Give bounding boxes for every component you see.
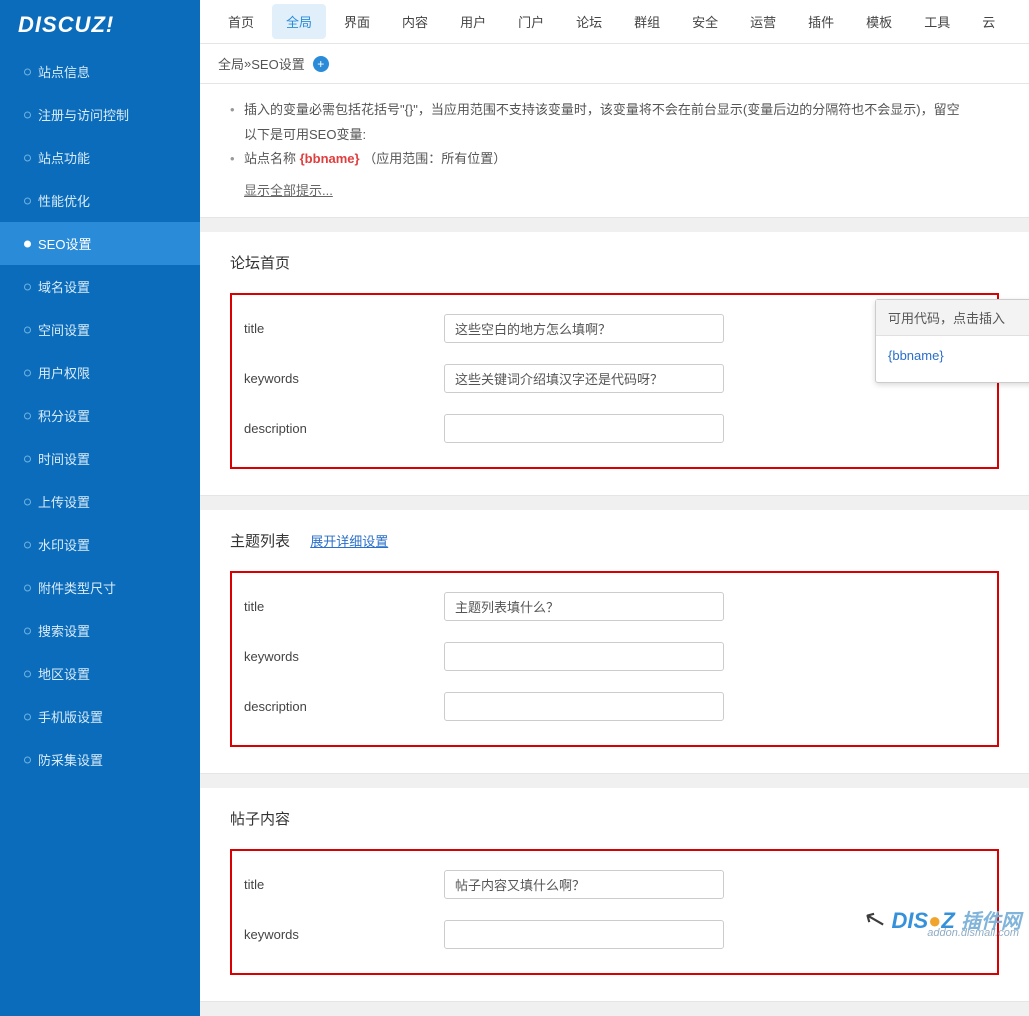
sidebar-menu: 站点信息注册与访问控制站点功能性能优化SEO设置域名设置空间设置用户权限积分设置…: [0, 50, 200, 781]
sidebar-item-9[interactable]: 时间设置: [0, 437, 200, 480]
topnav-item-4[interactable]: 用户: [446, 4, 500, 39]
label-description: description: [244, 421, 444, 436]
logo: DISCUZ!: [0, 0, 200, 50]
redbox-post: title keywords: [230, 849, 999, 975]
label-keywords: keywords: [244, 649, 444, 664]
note-line-2: 站点名称 {bbname} （应用范围：所有位置）: [230, 147, 999, 172]
redbox-thread: title keywords description: [230, 571, 999, 747]
note-line-1: 插入的变量必需包括花括号"{}"，当应用范围不支持该变量时，该变量将不会在前台显…: [230, 98, 999, 147]
add-icon[interactable]: +: [313, 56, 329, 72]
variable-code: {bbname}: [300, 151, 360, 166]
topnav-item-9[interactable]: 运营: [736, 4, 790, 39]
topnav: 首页全局界面内容用户门户论坛群组安全运营插件模板工具云: [200, 0, 1029, 44]
input-thread-description[interactable]: [444, 692, 724, 721]
breadcrumb: 全局 » SEO设置 +: [200, 44, 1029, 84]
sidebar-item-4[interactable]: SEO设置: [0, 222, 200, 265]
sidebar: DISCUZ! 站点信息注册与访问控制站点功能性能优化SEO设置域名设置空间设置…: [0, 0, 200, 1016]
breadcrumb-part2: SEO设置: [251, 54, 304, 73]
label-keywords: keywords: [244, 371, 444, 386]
label-description: description: [244, 699, 444, 714]
sidebar-item-2[interactable]: 站点功能: [0, 136, 200, 179]
code-popup: 可用代码，点击插入 → {bbname}: [875, 299, 1029, 383]
topnav-item-0[interactable]: 首页: [214, 4, 268, 39]
section-thread-list: 主题列表 展开详细设置 title keywords description: [200, 510, 1029, 774]
sidebar-item-13[interactable]: 搜索设置: [0, 609, 200, 652]
input-thread-keywords[interactable]: [444, 642, 724, 671]
main: 首页全局界面内容用户门户论坛群组安全运营插件模板工具云 全局 » SEO设置 +…: [200, 0, 1029, 1016]
sidebar-item-12[interactable]: 附件类型尺寸: [0, 566, 200, 609]
topnav-item-13[interactable]: 云: [968, 4, 1009, 39]
sidebar-item-15[interactable]: 手机版设置: [0, 695, 200, 738]
section-title-thread: 主题列表: [230, 533, 290, 550]
show-all-link[interactable]: 显示全部提示...: [244, 180, 333, 199]
topnav-item-3[interactable]: 内容: [388, 4, 442, 39]
breadcrumb-sep: »: [244, 56, 251, 71]
sidebar-item-1[interactable]: 注册与访问控制: [0, 93, 200, 136]
input-forum-description[interactable]: [444, 414, 724, 443]
popup-head: 可用代码，点击插入 →: [876, 300, 1029, 336]
sidebar-item-5[interactable]: 域名设置: [0, 265, 200, 308]
sidebar-item-8[interactable]: 积分设置: [0, 394, 200, 437]
input-post-title[interactable]: [444, 870, 724, 899]
label-title: title: [244, 321, 444, 336]
topnav-item-11[interactable]: 模板: [852, 4, 906, 39]
sidebar-item-14[interactable]: 地区设置: [0, 652, 200, 695]
label-keywords: keywords: [244, 927, 444, 942]
sidebar-item-11[interactable]: 水印设置: [0, 523, 200, 566]
topnav-item-5[interactable]: 门户: [504, 4, 558, 39]
redbox-forum: title keywords description 可用代码，点击插入: [230, 293, 999, 469]
input-forum-keywords[interactable]: [444, 364, 724, 393]
notes-block: 插入的变量必需包括花括号"{}"，当应用范围不支持该变量时，该变量将不会在前台显…: [200, 84, 1029, 218]
topnav-item-8[interactable]: 安全: [678, 4, 732, 39]
topnav-item-12[interactable]: 工具: [910, 4, 964, 39]
sidebar-item-10[interactable]: 上传设置: [0, 480, 200, 523]
sidebar-item-6[interactable]: 空间设置: [0, 308, 200, 351]
sidebar-item-7[interactable]: 用户权限: [0, 351, 200, 394]
input-post-keywords[interactable]: [444, 920, 724, 949]
sidebar-item-0[interactable]: 站点信息: [0, 50, 200, 93]
topnav-item-6[interactable]: 论坛: [562, 4, 616, 39]
expand-link[interactable]: 展开详细设置: [310, 534, 388, 549]
section-title-forum: 论坛首页: [230, 252, 999, 273]
sidebar-item-16[interactable]: 防采集设置: [0, 738, 200, 781]
popup-head-text: 可用代码，点击插入: [888, 308, 1005, 327]
section-post-content: 帖子内容 title keywords: [200, 788, 1029, 1002]
section-forum-home: 论坛首页 title keywords description: [200, 232, 1029, 496]
input-forum-title[interactable]: [444, 314, 724, 343]
label-title: title: [244, 877, 444, 892]
sidebar-item-3[interactable]: 性能优化: [0, 179, 200, 222]
popup-code-bbname[interactable]: {bbname}: [888, 348, 944, 363]
input-thread-title[interactable]: [444, 592, 724, 621]
topnav-item-10[interactable]: 插件: [794, 4, 848, 39]
content: 插入的变量必需包括花括号"{}"，当应用范围不支持该变量时，该变量将不会在前台显…: [200, 84, 1029, 1002]
topnav-item-7[interactable]: 群组: [620, 4, 674, 39]
breadcrumb-part1[interactable]: 全局: [218, 54, 244, 73]
section-title-post: 帖子内容: [230, 808, 999, 829]
topnav-item-2[interactable]: 界面: [330, 4, 384, 39]
topnav-item-1[interactable]: 全局: [272, 4, 326, 39]
label-title: title: [244, 599, 444, 614]
